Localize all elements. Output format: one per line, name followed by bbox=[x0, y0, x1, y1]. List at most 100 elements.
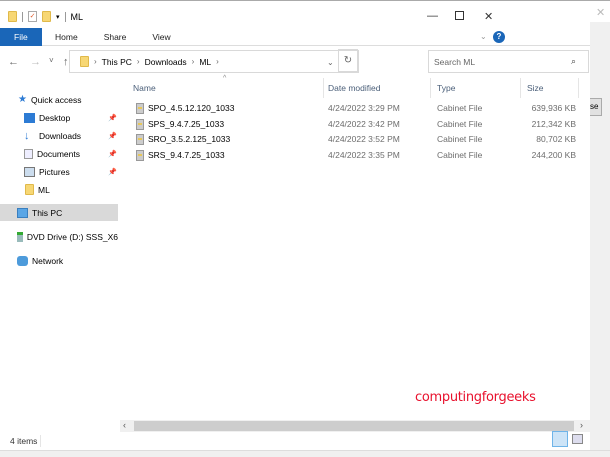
sidebar-item-label: Desktop bbox=[39, 112, 71, 123]
sidebar-item-documents[interactable]: Documents 📌 bbox=[0, 145, 118, 162]
file-date: 4/24/2022 3:29 PM bbox=[328, 103, 400, 113]
file-size: 80,702 KB bbox=[536, 134, 576, 144]
divider bbox=[22, 11, 23, 22]
minimize-button[interactable]: — bbox=[427, 10, 438, 22]
sidebar-item-desktop[interactable]: Desktop 📌 bbox=[0, 109, 118, 126]
cabinet-file-icon bbox=[136, 134, 144, 145]
divider bbox=[64, 11, 66, 22]
sidebar-item-network[interactable]: Network bbox=[0, 252, 118, 269]
sidebar-item-pictures[interactable]: Pictures 📌 bbox=[0, 163, 118, 180]
file-name: SPS_9.4.7.25_1033 bbox=[148, 119, 225, 129]
file-row[interactable]: SPS_9.4.7.25_1033 4/24/2022 3:42 PM Cabi… bbox=[120, 117, 590, 133]
breadcrumb: › This PC › Downloads › ML › bbox=[69, 50, 319, 73]
desktop-icon bbox=[24, 112, 35, 123]
dvd-icon bbox=[17, 231, 23, 242]
scrollbar-thumb[interactable] bbox=[134, 421, 574, 431]
breadcrumb-ml[interactable]: ML bbox=[199, 57, 211, 67]
folder-icon bbox=[25, 184, 34, 195]
pin-icon[interactable]: 📌 bbox=[108, 168, 117, 176]
breadcrumb-downloads[interactable]: Downloads bbox=[145, 57, 187, 67]
help-icon[interactable]: ? bbox=[493, 31, 505, 43]
forward-button[interactable]: → bbox=[30, 56, 41, 68]
file-row[interactable]: SPO_4.5.12.120_1033 4/24/2022 3:29 PM Ca… bbox=[120, 101, 590, 117]
scroll-left-icon[interactable]: ‹ bbox=[123, 420, 126, 430]
sidebar-item-ml[interactable]: ML bbox=[0, 181, 118, 198]
file-row[interactable]: SRS_9.4.7.25_1033 4/24/2022 3:35 PM Cabi… bbox=[120, 148, 590, 164]
sidebar-item-downloads[interactable]: ↓ Downloads 📌 bbox=[0, 127, 118, 144]
maximize-button[interactable] bbox=[455, 11, 464, 20]
breadcrumb-separator[interactable]: › bbox=[94, 57, 97, 66]
documents-icon bbox=[24, 148, 33, 159]
file-name: SRS_9.4.7.25_1033 bbox=[148, 150, 225, 160]
watermark: computingforgeeks bbox=[415, 390, 536, 405]
background-window bbox=[0, 450, 610, 457]
large-icons-view-button[interactable] bbox=[572, 434, 583, 444]
column-headers: Name Date modified Type Size bbox=[120, 78, 590, 98]
folder-icon bbox=[8, 11, 17, 22]
column-divider[interactable] bbox=[578, 78, 579, 98]
tab-share[interactable]: Share bbox=[91, 28, 140, 46]
details-view-button[interactable] bbox=[552, 431, 568, 447]
sidebar-item-this-pc[interactable]: This PC bbox=[0, 204, 118, 221]
star-icon: ★ bbox=[18, 94, 27, 105]
pin-icon[interactable]: 📌 bbox=[108, 132, 117, 140]
network-icon bbox=[17, 255, 28, 266]
customize-dropdown-icon[interactable]: ▾ bbox=[56, 13, 60, 21]
file-type: Cabinet File bbox=[437, 103, 483, 113]
breadcrumb-separator[interactable]: › bbox=[192, 57, 195, 66]
column-divider[interactable] bbox=[323, 78, 324, 98]
sidebar-item-dvd-drive[interactable]: DVD Drive (D:) SSS_X6 bbox=[0, 228, 118, 245]
column-header-date[interactable]: Date modified bbox=[328, 83, 380, 93]
navigation-pane: ★ Quick access Desktop 📌 ↓ Downloads 📌 Docum… bbox=[0, 77, 118, 432]
file-size: 639,936 KB bbox=[531, 103, 576, 113]
breadcrumb-separator[interactable]: › bbox=[216, 57, 219, 66]
file-type: Cabinet File bbox=[437, 150, 483, 160]
file-name: SPO_4.5.12.120_1033 bbox=[148, 103, 235, 113]
pin-icon[interactable]: 📌 bbox=[108, 150, 117, 158]
back-button[interactable]: ← bbox=[8, 56, 19, 68]
file-row[interactable]: SRO_3.5.2.125_1033 4/24/2022 3:52 PM Cab… bbox=[120, 132, 590, 148]
folder-icon bbox=[80, 56, 89, 67]
sidebar-item-label: This PC bbox=[32, 207, 63, 218]
sidebar-item-label: Network bbox=[32, 255, 64, 266]
cabinet-file-icon bbox=[136, 119, 144, 130]
recent-locations-button[interactable]: ˅ bbox=[49, 56, 54, 65]
download-icon: ↓ bbox=[24, 129, 30, 142]
expand-ribbon-icon[interactable]: ⌄ bbox=[480, 32, 487, 41]
sidebar-item-label: ML bbox=[38, 184, 50, 195]
background-window bbox=[590, 22, 610, 457]
column-divider[interactable] bbox=[520, 78, 521, 98]
column-divider[interactable] bbox=[430, 78, 431, 98]
divider bbox=[0, 0, 610, 1]
background-button[interactable]: se bbox=[588, 98, 602, 116]
cabinet-file-icon bbox=[136, 150, 144, 161]
properties-icon[interactable]: ✓ bbox=[28, 11, 37, 22]
search-input[interactable]: Search ML bbox=[428, 50, 589, 73]
tab-home[interactable]: Home bbox=[42, 28, 91, 46]
scroll-right-icon[interactable]: › bbox=[580, 420, 583, 430]
cabinet-file-icon bbox=[136, 103, 144, 114]
sidebar-item-label: Pictures bbox=[39, 166, 70, 177]
file-date: 4/24/2022 3:42 PM bbox=[328, 119, 400, 129]
sidebar-item-label: Downloads bbox=[39, 130, 82, 141]
pin-icon[interactable]: 📌 bbox=[108, 114, 117, 122]
search-icon: ⌕ bbox=[571, 56, 577, 66]
breadcrumb-separator[interactable]: › bbox=[137, 57, 140, 66]
up-button[interactable]: ↑ bbox=[63, 56, 69, 68]
address-dropdown-icon[interactable]: ⌄ bbox=[327, 58, 334, 67]
tab-file[interactable]: File bbox=[0, 28, 42, 46]
tab-view[interactable]: View bbox=[139, 28, 183, 46]
column-header-name[interactable]: Name bbox=[133, 83, 156, 93]
refresh-button[interactable]: ↻ bbox=[338, 49, 358, 72]
window-title: ML bbox=[70, 11, 84, 22]
column-header-type[interactable]: Type bbox=[437, 83, 455, 93]
sidebar-item-quick-access[interactable]: ★ Quick access bbox=[0, 91, 118, 108]
background-close-icon: ✕ bbox=[596, 7, 606, 19]
breadcrumb-this-pc[interactable]: This PC bbox=[102, 57, 132, 67]
close-button[interactable]: ✕ bbox=[484, 10, 493, 23]
column-header-size[interactable]: Size bbox=[527, 83, 544, 93]
sidebar-item-label: DVD Drive (D:) SSS_X6 bbox=[26, 231, 118, 242]
file-size: 244,200 KB bbox=[531, 150, 576, 160]
new-folder-icon[interactable] bbox=[42, 11, 51, 22]
pictures-icon bbox=[24, 166, 35, 177]
